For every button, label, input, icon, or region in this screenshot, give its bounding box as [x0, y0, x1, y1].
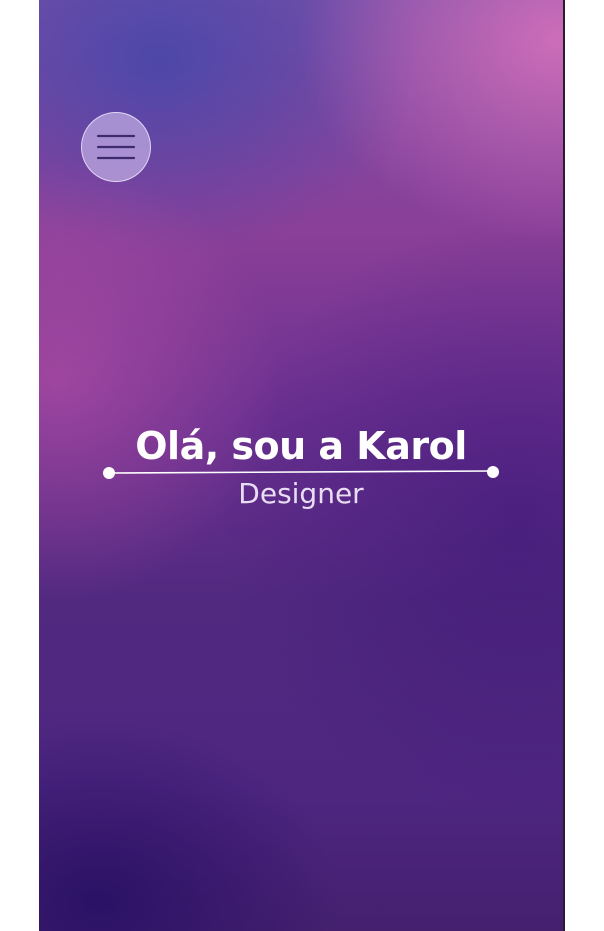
hamburger-menu-icon: [96, 134, 136, 160]
menu-button[interactable]: [81, 112, 151, 182]
hero-section: Olá, sou a Karol Designer: [39, 420, 563, 520]
hero-subtitle: Designer: [238, 477, 364, 510]
window-edge: [563, 0, 565, 931]
hero-background: Olá, sou a Karol Designer: [39, 0, 563, 931]
hero-title: Olá, sou a Karol: [135, 424, 467, 468]
